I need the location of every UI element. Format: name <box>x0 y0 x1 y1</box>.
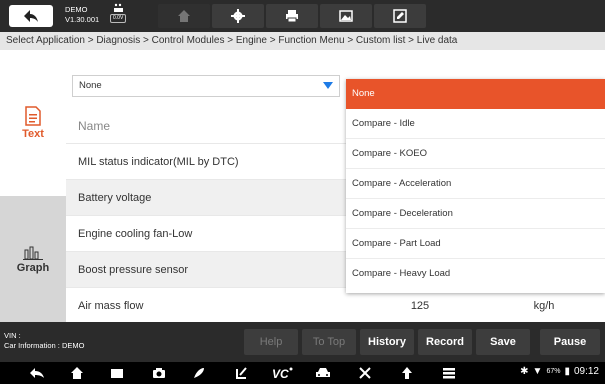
sys-camera-button[interactable] <box>150 365 168 381</box>
home-icon <box>178 10 190 22</box>
sys-tool-button[interactable] <box>232 365 250 381</box>
compare-select[interactable]: None <box>72 75 340 97</box>
version-label: V1.30.001 <box>65 15 100 24</box>
screenshot-button[interactable] <box>320 4 372 28</box>
wrench-icon <box>359 367 371 379</box>
vehicle-info: VIN : Car Information : DEMO <box>4 331 84 351</box>
settings-button[interactable] <box>212 4 264 28</box>
image-icon <box>339 10 353 22</box>
svg-text:VC: VC <box>272 367 289 380</box>
row-value: 125 <box>410 299 430 312</box>
record-button[interactable]: Record <box>418 329 472 355</box>
home-icon <box>71 367 83 379</box>
print-icon <box>286 10 298 23</box>
to-top-button[interactable]: To Top <box>302 329 356 355</box>
dropdown-option-acceleration[interactable]: Compare - Acceleration <box>346 169 605 199</box>
header-name: Name <box>78 118 111 133</box>
print-button[interactable] <box>266 4 318 28</box>
breadcrumb: Select Application > Diagnosis > Control… <box>0 32 605 50</box>
pause-button[interactable]: Pause <box>540 329 600 355</box>
dropdown-option-none[interactable]: None <box>346 79 605 109</box>
clock: 09:12 <box>573 366 599 377</box>
back-arrow-icon <box>30 368 44 378</box>
battery-percent: 67% <box>546 368 561 375</box>
status-area: ✱ ▼ 67% ▮ 09:12 <box>520 366 599 377</box>
sys-menu-button[interactable] <box>440 365 458 381</box>
demo-label: DEMO <box>65 5 88 14</box>
row-unit: kg/h <box>533 299 555 312</box>
camera-icon <box>153 368 165 378</box>
dropdown-option-deceleration[interactable]: Compare - Deceleration <box>346 199 605 229</box>
view-mode-sidebar: Text Graph <box>0 50 66 322</box>
sys-repair-button[interactable] <box>356 365 374 381</box>
sys-vci-button[interactable]: VC <box>272 365 294 381</box>
connection-status: 0.0V <box>110 3 132 27</box>
dropdown-arrow-icon <box>323 82 333 89</box>
vin-label: VIN : <box>4 331 21 340</box>
tool-icon <box>236 367 247 379</box>
dropdown-option-part-load[interactable]: Compare - Part Load <box>346 229 605 259</box>
row-name: MIL status indicator(MIL by DTC) <box>78 155 239 168</box>
dropdown-option-koeo[interactable]: Compare - KOEO <box>346 139 605 169</box>
top-toolbar: DEMO V1.30.001 0.0V <box>0 0 605 32</box>
gear-icon <box>231 9 245 23</box>
system-nav-bar: VC ✱ ▼ 67% ▮ 09:12 <box>0 362 605 384</box>
car-icon <box>316 368 330 377</box>
table-row[interactable]: Air mass flow 125 kg/h <box>66 288 605 324</box>
vci-icon: VC <box>272 367 293 380</box>
edit-button[interactable] <box>374 4 426 28</box>
compare-select-value: None <box>79 80 102 91</box>
dropdown-option-idle[interactable]: Compare - Idle <box>346 109 605 139</box>
vci-dots-icon <box>114 3 123 12</box>
sys-back-button[interactable] <box>28 365 46 381</box>
tab-text-label: Text <box>22 128 44 140</box>
row-name: Engine cooling fan-Low <box>78 227 193 240</box>
voltage-badge: 0.0V <box>110 14 127 23</box>
history-button[interactable]: History <box>360 329 414 355</box>
edit-icon <box>393 9 407 23</box>
sys-browser-button[interactable] <box>190 365 208 381</box>
document-icon <box>25 106 41 126</box>
action-bar: VIN : Car Information : DEMO Help To Top… <box>0 322 605 362</box>
back-arrow-icon <box>24 10 38 22</box>
tab-graph[interactable]: Graph <box>0 196 66 322</box>
save-button[interactable]: Save <box>476 329 530 355</box>
recents-icon <box>111 369 123 378</box>
sys-home-button[interactable] <box>68 365 86 381</box>
row-name: Air mass flow <box>78 299 144 312</box>
demo-info: DEMO V1.30.001 <box>65 5 99 25</box>
bluetooth-icon: ✱ <box>520 366 529 377</box>
battery-icon: ▮ <box>564 366 570 377</box>
row-name: Battery voltage <box>78 191 152 204</box>
sys-car-button[interactable] <box>314 365 332 381</box>
upload-arrow-icon <box>402 367 412 379</box>
wifi-icon: ▼ <box>532 366 543 377</box>
home-button[interactable] <box>158 4 210 28</box>
row-name: Boost pressure sensor <box>78 263 189 276</box>
bar-graph-icon <box>23 246 43 260</box>
browser-icon <box>194 368 204 378</box>
sys-update-button[interactable] <box>398 365 416 381</box>
back-button[interactable] <box>9 5 53 27</box>
dropdown-option-heavy-load[interactable]: Compare - Heavy Load <box>346 259 605 289</box>
help-button[interactable]: Help <box>244 329 298 355</box>
tab-text[interactable]: Text <box>0 50 66 196</box>
sys-recents-button[interactable] <box>108 365 126 381</box>
tab-graph-label: Graph <box>16 262 50 274</box>
menu-icon <box>443 368 455 379</box>
compare-dropdown-list: None Compare - Idle Compare - KOEO Compa… <box>346 79 605 293</box>
car-info-label: Car Information : DEMO <box>4 341 85 350</box>
